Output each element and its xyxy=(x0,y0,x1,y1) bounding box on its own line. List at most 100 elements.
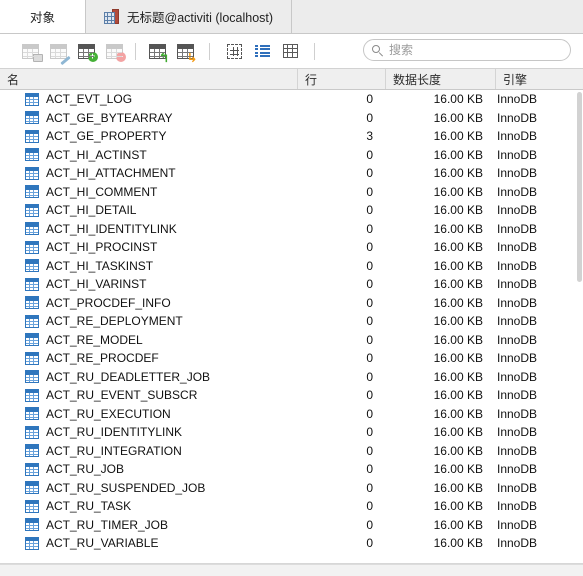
table-row[interactable]: ACT_RU_EVENT_SUBSCR 0 16.00 KB InnoDB xyxy=(0,386,583,405)
table-row[interactable]: ACT_RU_SUSPENDED_JOB 0 16.00 KB InnoDB xyxy=(0,479,583,498)
table-row[interactable]: ACT_RE_MODEL 0 16.00 KB InnoDB xyxy=(0,331,583,350)
table-engine-cell: InnoDB xyxy=(497,258,538,273)
table-engine-cell: InnoDB xyxy=(497,129,538,144)
tab-connection[interactable]: 无标题@activiti (localhost) xyxy=(86,0,293,33)
table-icon xyxy=(25,148,39,162)
table-icon xyxy=(25,259,39,273)
table-row-name-cell: ACT_HI_VARINST xyxy=(0,277,297,291)
table-name-label: ACT_RU_DEADLETTER_JOB xyxy=(46,369,211,384)
import-wizard-button[interactable]: ↰ xyxy=(143,38,171,64)
open-table-button[interactable] xyxy=(16,38,44,64)
table-engine-cell: InnoDB xyxy=(497,221,538,236)
table-name-label: ACT_RU_EVENT_SUBSCR xyxy=(46,388,198,403)
grid-select-icon xyxy=(226,43,242,59)
table-row[interactable]: ACT_GE_BYTEARRAY 0 16.00 KB InnoDB xyxy=(0,109,583,128)
export-wizard-button[interactable]: ↳ xyxy=(171,38,199,64)
table-row[interactable]: ACT_RU_EXECUTION 0 16.00 KB InnoDB xyxy=(0,405,583,424)
detail-view-button[interactable] xyxy=(276,38,304,64)
table-data-length-cell: 16.00 KB xyxy=(433,314,483,329)
table-row[interactable]: ACT_HI_COMMENT 0 16.00 KB InnoDB xyxy=(0,183,583,202)
table-row-name-cell: ACT_RE_DEPLOYMENT xyxy=(0,314,297,328)
table-row[interactable]: ACT_HI_ACTINST 0 16.00 KB InnoDB xyxy=(0,146,583,165)
table-row[interactable]: ACT_HI_DETAIL 0 16.00 KB InnoDB xyxy=(0,201,583,220)
table-add-icon: + xyxy=(77,43,98,62)
table-name-label: ACT_HI_DETAIL xyxy=(46,203,137,218)
table-icon xyxy=(25,444,39,458)
table-name-label: ACT_GE_PROPERTY xyxy=(46,129,167,144)
table-row[interactable]: ACT_HI_TASKINST 0 16.00 KB InnoDB xyxy=(0,257,583,276)
table-name-label: ACT_HI_COMMENT xyxy=(46,184,158,199)
table-row[interactable]: ACT_HI_IDENTITYLINK 0 16.00 KB InnoDB xyxy=(0,220,583,239)
table-row-name-cell: ACT_GE_PROPERTY xyxy=(0,129,297,143)
table-row-name-cell: ACT_PROCDEF_INFO xyxy=(0,296,297,310)
column-header-rows[interactable]: 行 xyxy=(297,69,385,89)
table-row-count-cell: 0 xyxy=(366,203,373,218)
table-delete-icon: – xyxy=(105,43,126,62)
new-table-button[interactable]: + xyxy=(72,38,100,64)
table-name-label: ACT_HI_ACTINST xyxy=(46,147,147,162)
database-icon xyxy=(104,9,120,24)
table-name-label: ACT_RE_DEPLOYMENT xyxy=(46,314,183,329)
table-row[interactable]: ACT_RU_TIMER_JOB 0 16.00 KB InnoDB xyxy=(0,516,583,535)
table-row-count-cell: 0 xyxy=(366,536,373,551)
table-name-label: ACT_RU_INTEGRATION xyxy=(46,443,182,458)
list-view-button[interactable] xyxy=(248,38,276,64)
table-row-name-cell: ACT_HI_PROCINST xyxy=(0,240,297,254)
table-data-length-cell: 16.00 KB xyxy=(433,221,483,236)
table-row-name-cell: ACT_GE_BYTEARRAY xyxy=(0,111,297,125)
select-grid-button[interactable] xyxy=(220,38,248,64)
table-row-name-cell: ACT_RU_INTEGRATION xyxy=(0,444,297,458)
table-data-length-cell: 16.00 KB xyxy=(433,92,483,107)
table-row-name-cell: ACT_RU_EXECUTION xyxy=(0,407,297,421)
design-table-button[interactable] xyxy=(44,38,72,65)
table-row[interactable]: ACT_PROCDEF_INFO 0 16.00 KB InnoDB xyxy=(0,294,583,313)
table-name-label: ACT_RU_TASK xyxy=(46,499,132,514)
column-header-length[interactable]: 数据长度 xyxy=(385,69,495,89)
table-row[interactable]: ACT_RE_DEPLOYMENT 0 16.00 KB InnoDB xyxy=(0,312,583,331)
table-icon xyxy=(25,462,39,476)
table-row[interactable]: ACT_RU_DEADLETTER_JOB 0 16.00 KB InnoDB xyxy=(0,368,583,387)
search-box[interactable] xyxy=(363,39,571,61)
column-header-name[interactable]: 名 xyxy=(0,69,297,89)
nav-database-window: 对象 无标题@activiti (localhost) + – ↰ ↳ 搜索 名… xyxy=(0,0,583,576)
table-row[interactable]: ACT_RU_IDENTITYLINK 0 16.00 KB InnoDB xyxy=(0,423,583,442)
table-export-icon: ↳ xyxy=(176,43,198,64)
vertical-scrollbar[interactable] xyxy=(577,92,582,282)
table-row[interactable]: ACT_HI_PROCINST 0 16.00 KB InnoDB xyxy=(0,238,583,257)
table-icon xyxy=(25,185,39,199)
table-row[interactable]: ACT_RE_PROCDEF 0 16.00 KB InnoDB xyxy=(0,349,583,368)
table-name-label: ACT_RU_SUSPENDED_JOB xyxy=(46,480,206,495)
table-row-count-cell: 0 xyxy=(366,166,373,181)
table-row[interactable]: ACT_GE_PROPERTY 3 16.00 KB InnoDB xyxy=(0,127,583,146)
table-row-count-cell: 0 xyxy=(366,314,373,329)
table-row[interactable]: ACT_HI_ATTACHMENT 0 16.00 KB InnoDB xyxy=(0,164,583,183)
table-data-length-cell: 16.00 KB xyxy=(433,295,483,310)
table-engine-cell: InnoDB xyxy=(497,443,538,458)
table-row[interactable]: ACT_EVT_LOG 0 16.00 KB InnoDB xyxy=(0,90,583,109)
column-header-engine[interactable]: 引擎 xyxy=(495,69,583,89)
table-engine-cell: InnoDB xyxy=(497,388,538,403)
table-data-length-cell: 16.00 KB xyxy=(433,480,483,495)
table-row[interactable]: ACT_RU_VARIABLE 0 16.00 KB InnoDB xyxy=(0,534,583,553)
table-row-count-cell: 0 xyxy=(366,406,373,421)
table-data-length-cell: 16.00 KB xyxy=(433,425,483,440)
table-row[interactable]: ACT_RU_TASK 0 16.00 KB InnoDB xyxy=(0,497,583,516)
table-row-count-cell: 0 xyxy=(366,184,373,199)
table-row[interactable]: ACT_RU_INTEGRATION 0 16.00 KB InnoDB xyxy=(0,442,583,461)
table-row[interactable]: ACT_RU_JOB 0 16.00 KB InnoDB xyxy=(0,460,583,479)
search-input[interactable] xyxy=(389,43,559,57)
table-engine-cell: InnoDB xyxy=(497,462,538,477)
table-row[interactable]: ACT_HI_VARINST 0 16.00 KB InnoDB xyxy=(0,275,583,294)
table-row-count-cell: 0 xyxy=(366,499,373,514)
table-row-count-cell: 0 xyxy=(366,351,373,366)
table-engine-cell: InnoDB xyxy=(497,240,538,255)
table-name-label: ACT_RU_EXECUTION xyxy=(46,406,171,421)
table-engine-cell: InnoDB xyxy=(497,499,538,514)
delete-table-button[interactable]: – xyxy=(100,38,128,64)
table-row-container: ACT_EVT_LOG 0 16.00 KB InnoDB ACT_GE_BYTEARR… xyxy=(0,90,583,553)
table-icon xyxy=(25,222,39,236)
tab-objects[interactable]: 对象 xyxy=(0,0,86,33)
table-row-name-cell: ACT_RU_SUSPENDED_JOB xyxy=(0,481,297,495)
table-row-name-cell: ACT_RU_VARIABLE xyxy=(0,536,297,550)
table-name-label: ACT_EVT_LOG xyxy=(46,92,133,107)
